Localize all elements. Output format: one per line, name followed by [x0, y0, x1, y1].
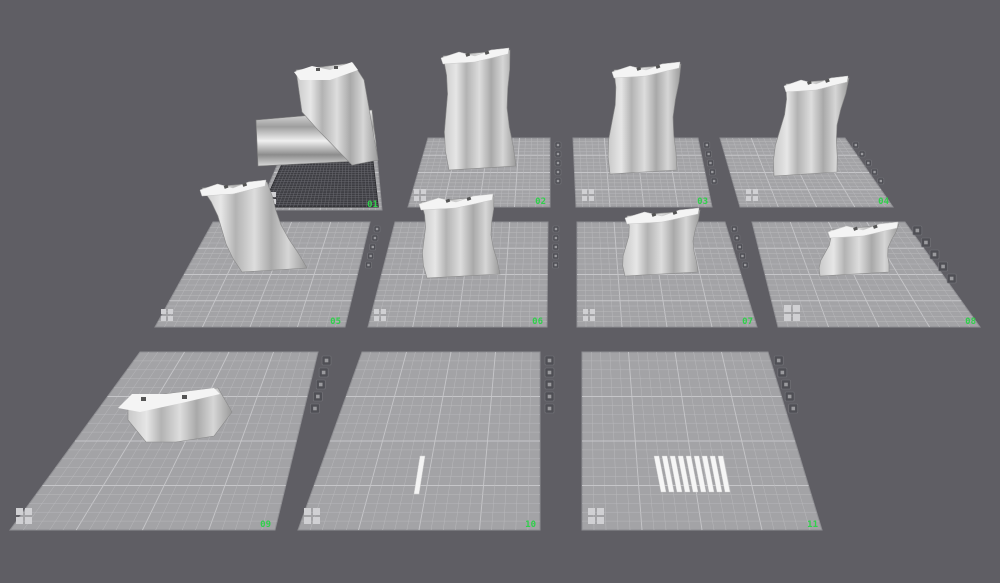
close-icon[interactable] — [912, 225, 923, 236]
plate-number: 08 — [965, 317, 976, 327]
lock-icon[interactable] — [858, 150, 866, 158]
arrange-icon[interactable] — [946, 273, 957, 284]
close-icon[interactable] — [321, 355, 332, 366]
plate-number: 01 — [367, 200, 378, 210]
model-plate-07[interactable] — [622, 207, 701, 277]
plate-number: 02 — [535, 197, 546, 207]
settings-icon[interactable] — [865, 159, 872, 167]
lock-icon[interactable] — [318, 367, 329, 378]
lock-icon[interactable] — [921, 237, 931, 248]
close-icon[interactable] — [852, 141, 860, 149]
lock-icon[interactable] — [552, 234, 560, 242]
close-icon[interactable] — [552, 225, 560, 233]
plate-number: 05 — [330, 317, 341, 327]
settings-icon[interactable] — [736, 243, 744, 251]
arrange-icon[interactable] — [788, 403, 799, 414]
lock-icon[interactable] — [733, 234, 741, 242]
orient-icon[interactable] — [367, 252, 374, 260]
plate-number: 07 — [742, 317, 753, 327]
plate-number: 09 — [260, 520, 271, 530]
lock-icon[interactable] — [777, 367, 788, 378]
close-icon[interactable] — [773, 355, 784, 366]
orient-icon[interactable] — [552, 252, 560, 260]
build-plates: 01 02 03 04 05 06 07 08 09 10 11 — [9, 134, 981, 531]
plate-number: 10 — [525, 520, 536, 530]
arrange-icon[interactable] — [544, 403, 555, 414]
lock-icon[interactable] — [544, 367, 555, 378]
arrange-icon[interactable] — [741, 261, 749, 269]
settings-icon[interactable] — [544, 379, 555, 390]
model-plate-02[interactable] — [440, 47, 517, 171]
orient-icon[interactable] — [708, 168, 716, 176]
plate-number: 03 — [697, 197, 708, 207]
settings-icon[interactable] — [781, 379, 791, 390]
lock-icon[interactable] — [371, 234, 379, 242]
close-icon[interactable] — [544, 355, 555, 366]
settings-icon[interactable] — [554, 159, 562, 167]
close-icon[interactable] — [373, 225, 381, 233]
model-plate-03[interactable] — [607, 61, 682, 175]
arrange-icon[interactable] — [710, 177, 718, 185]
settings-icon[interactable] — [552, 243, 560, 251]
arrange-icon[interactable] — [554, 177, 562, 185]
plate-number: 04 — [878, 197, 889, 207]
arrange-icon[interactable] — [552, 261, 559, 269]
plate-number: 11 — [807, 520, 818, 530]
close-icon[interactable] — [554, 141, 562, 149]
close-icon[interactable] — [703, 141, 711, 149]
build-plate-10[interactable]: 10 — [297, 351, 555, 531]
close-icon[interactable] — [730, 225, 738, 233]
lock-icon[interactable] — [554, 150, 562, 158]
orient-icon[interactable] — [871, 168, 878, 176]
build-plate-11[interactable]: 11 — [581, 351, 823, 531]
settings-icon[interactable] — [929, 249, 940, 260]
orient-icon[interactable] — [784, 391, 795, 402]
model-plate-06[interactable] — [418, 193, 501, 279]
arrange-icon[interactable] — [877, 177, 885, 185]
lock-icon[interactable] — [705, 150, 712, 158]
settings-icon[interactable] — [707, 159, 714, 167]
settings-icon[interactable] — [315, 379, 326, 390]
model-plate-08[interactable] — [818, 221, 900, 277]
orient-icon[interactable] — [544, 391, 555, 402]
3d-viewport[interactable]: 01 02 03 04 05 06 07 08 09 10 11 — [0, 0, 1000, 583]
arrange-icon[interactable] — [310, 403, 320, 414]
arrange-icon[interactable] — [365, 261, 372, 269]
model-plate-01[interactable] — [255, 62, 379, 167]
orient-icon[interactable] — [938, 261, 948, 272]
orient-icon[interactable] — [313, 391, 323, 402]
orient-icon[interactable] — [739, 252, 746, 260]
settings-icon[interactable] — [369, 243, 377, 251]
orient-icon[interactable] — [554, 168, 562, 176]
plate-number: 06 — [532, 317, 543, 327]
